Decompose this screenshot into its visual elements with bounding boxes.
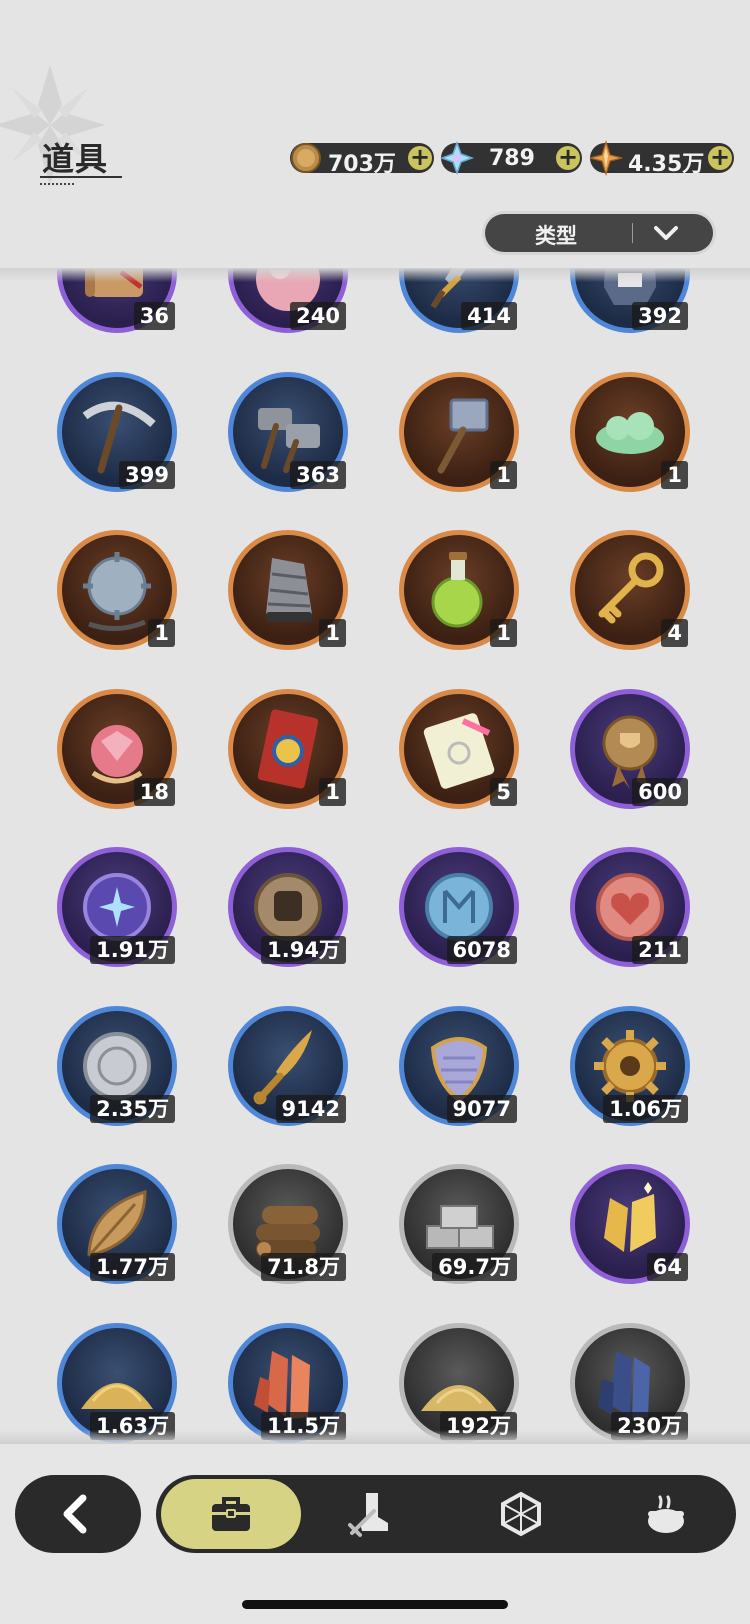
type-filter-label: 类型 [535, 224, 577, 248]
item-grid: 36 240 414 392 399 363 1 1 1 1 1 4 18 1 5 600 1.91万 1.94万… [0, 268, 750, 1444]
grid-bottom-fade [0, 1430, 750, 1444]
item-count: 1.94万 [261, 936, 346, 964]
item-slot[interactable]: 9077 [399, 1005, 519, 1126]
item-count: 363 [290, 460, 346, 489]
add-coin-button[interactable]: + [408, 145, 432, 170]
item-slot[interactable]: 11.5万 [228, 1322, 348, 1443]
briefcase-icon [212, 1497, 250, 1531]
item-slot[interactable]: 399 [57, 371, 177, 492]
item-slot[interactable]: 1 [57, 530, 177, 650]
item-count: 392 [632, 302, 688, 330]
item-slot[interactable]: 211 [570, 847, 690, 967]
type-filter-dropdown[interactable]: 类型 [485, 214, 713, 252]
tab-food[interactable] [596, 1479, 736, 1549]
item-count: 9142 [275, 1094, 346, 1123]
cooking-pot-icon [648, 1495, 684, 1533]
add-star-button[interactable]: + [708, 145, 732, 170]
add-crystal-button[interactable]: + [556, 145, 580, 170]
item-count: 1.91万 [90, 936, 175, 964]
back-arrow-icon [63, 1494, 87, 1534]
item-count: 4 [661, 619, 688, 647]
item-count: 18 [133, 777, 175, 806]
item-count: 36 [133, 302, 175, 330]
item-slot[interactable]: 9142 [228, 1005, 348, 1126]
currency-coin: 703万 + [290, 143, 434, 177]
item-count: 399 [119, 460, 175, 489]
currency-coin-value: 703万 [328, 152, 396, 177]
item-slot[interactable]: 1.63万 [57, 1322, 177, 1443]
item-slot[interactable]: 69.7万 [399, 1164, 519, 1284]
type-filter-divider [632, 223, 633, 243]
item-slot[interactable]: 192万 [399, 1322, 519, 1443]
item-slot[interactable]: 1.94万 [228, 847, 348, 967]
item-slot[interactable]: 1 [399, 371, 519, 492]
item-slot[interactable]: 1.77万 [57, 1164, 177, 1284]
item-count: 6078 [446, 936, 517, 964]
item-slot[interactable]: 6078 [399, 847, 519, 967]
page-title: 道具 [42, 140, 109, 178]
tab-bag[interactable] [161, 1479, 301, 1549]
item-count: 1 [490, 619, 517, 647]
star-shard-icon [589, 140, 623, 176]
tab-bar [156, 1475, 736, 1553]
item-slot[interactable]: 1 [228, 530, 348, 650]
currency-star-value: 4.35万 [628, 152, 705, 177]
item-slot[interactable]: 1 [399, 530, 519, 650]
tab-equipment[interactable] [301, 1479, 441, 1549]
item-count: 2.35万 [90, 1094, 175, 1123]
item-slot[interactable]: 230万 [570, 1322, 690, 1443]
item-slot[interactable]: 1 [570, 371, 690, 492]
item-slot[interactable]: 363 [228, 371, 348, 492]
title-dots [40, 183, 74, 185]
item-slot[interactable]: 1 [228, 688, 348, 809]
item-count: 69.7万 [432, 1253, 517, 1281]
item-count: 1 [319, 777, 346, 806]
boot-sword-icon [348, 1493, 388, 1537]
currency-crystal: 789 + [439, 140, 582, 176]
item-count: 1 [661, 460, 688, 489]
chevron-down-icon [654, 226, 678, 240]
item-slot[interactable]: 64 [570, 1164, 690, 1284]
title-underline [40, 176, 122, 178]
crystal-icon [439, 140, 475, 176]
item-count: 414 [461, 302, 517, 330]
item-slot[interactable]: 2.35万 [57, 1005, 177, 1126]
item-slot[interactable]: 600 [570, 688, 690, 809]
item-count: 1 [148, 619, 175, 647]
item-count: 71.8万 [261, 1253, 346, 1281]
item-count: 5 [490, 777, 517, 806]
item-slot[interactable]: 5 [399, 688, 519, 809]
currency-crystal-value: 789 [489, 146, 535, 171]
item-count: 1 [490, 460, 517, 489]
item-count: 211 [632, 936, 688, 964]
item-count: 9077 [446, 1094, 517, 1123]
item-slot[interactable]: 1.91万 [57, 847, 177, 967]
item-slot[interactable]: 18 [57, 688, 177, 809]
header-shadow [0, 268, 750, 282]
home-indicator [242, 1600, 508, 1609]
back-button[interactable] [15, 1475, 141, 1553]
item-count: 1.77万 [90, 1253, 175, 1281]
item-count: 1.06万 [603, 1094, 688, 1123]
item-slot[interactable]: 71.8万 [228, 1164, 348, 1284]
item-count: 240 [290, 302, 346, 330]
gold-coin-icon [291, 143, 321, 173]
hexagon-gem-icon [501, 1491, 541, 1537]
item-slot[interactable]: 4 [570, 530, 690, 650]
currency-star: 4.35万 + [589, 140, 734, 177]
item-count: 1 [319, 619, 346, 647]
item-slot[interactable]: 1.06万 [570, 1005, 690, 1126]
tab-gems[interactable] [451, 1479, 591, 1549]
item-count: 600 [632, 777, 688, 806]
item-count: 64 [646, 1253, 688, 1281]
